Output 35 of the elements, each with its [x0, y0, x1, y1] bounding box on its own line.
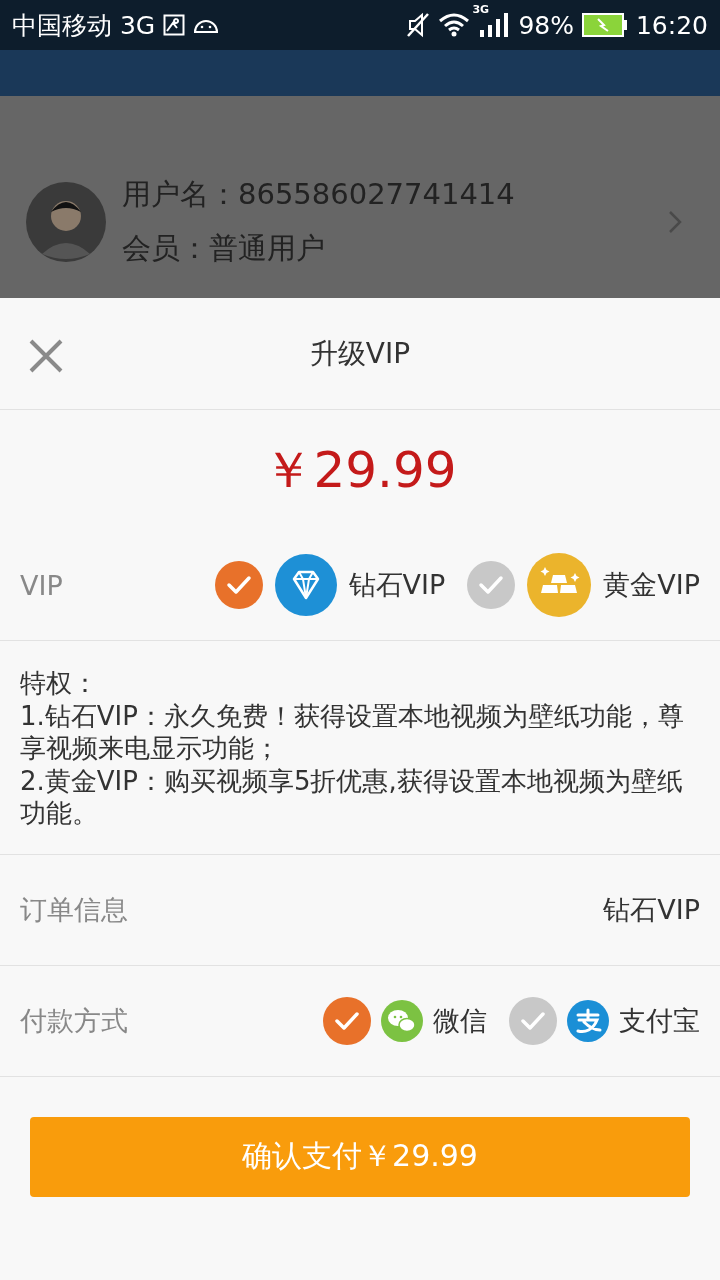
battery-icon [581, 13, 628, 37]
mute-icon [406, 12, 431, 38]
privilege-text: 2.黄金VIP：购买视频享5折优惠,获得设置本地视频为壁纸功能。 [20, 764, 684, 830]
vip-label: VIP [20, 569, 63, 601]
sheet-title: 升级VIP [309, 335, 411, 372]
check-toggle[interactable] [509, 996, 557, 1045]
battery-percent: 98% [518, 10, 574, 40]
membership-text: 会员：普通用户 [122, 230, 326, 267]
image-icon [163, 14, 186, 36]
payment-label: 付款方式 [20, 1003, 128, 1038]
clock: 16:20 [635, 10, 708, 40]
privilege-text: 1.钻石VIP：永久免费！获得设置本地视频为壁纸功能，尊享视频来电显示功能； [20, 699, 685, 765]
username-text: 用户名：865586027741414 [122, 176, 516, 213]
vip-option-label: 钻石VIP [348, 568, 446, 602]
carrier-label: 中国移动 3G [12, 9, 156, 42]
avatar-icon [26, 182, 106, 262]
check-toggle[interactable] [214, 561, 263, 609]
price-text: ￥29.99 [263, 439, 457, 501]
check-toggle[interactable] [467, 561, 516, 609]
order-label: 订单信息 [20, 892, 128, 927]
order-value: 钻石VIP [603, 892, 700, 927]
wifi-icon [438, 13, 471, 37]
ingot-icon [527, 553, 592, 617]
network-label: 3G [472, 3, 490, 16]
payment-option-label: 微信 [433, 1003, 487, 1038]
vip-option-label: 黄金VIP [603, 568, 700, 602]
privileges-heading: 特权： [20, 667, 99, 700]
check-toggle[interactable] [323, 996, 371, 1045]
payment-option-label: 支付宝 [619, 1003, 700, 1038]
chat-bubbles-icon [381, 999, 423, 1042]
alipay-icon [567, 999, 609, 1042]
confirm-pay-button[interactable]: 确认支付￥29.99 [30, 1116, 690, 1197]
signal-icon [478, 13, 511, 37]
profile-row[interactable]: 用户名：865586027741414 会员：普通用户 [0, 96, 720, 298]
chevron-right-icon [668, 210, 682, 234]
